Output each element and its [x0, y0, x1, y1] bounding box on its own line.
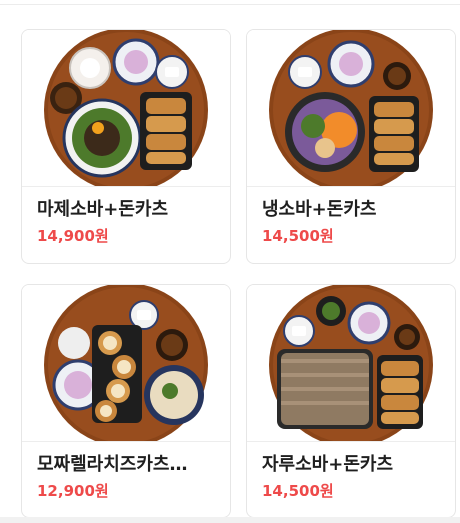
menu-item-price: 12,900원: [37, 482, 109, 500]
menu-item-card[interactable]: 냉소바+돈카츠 14,500원: [246, 29, 456, 264]
cold-soba-donkatsu-photo: [247, 30, 455, 186]
menu-item-card[interactable]: 모짜렐라치즈카츠… 12,900원: [21, 284, 231, 518]
top-divider: [0, 4, 460, 5]
menu-item-price: 14,500원: [262, 227, 334, 245]
menu-item-price: 14,500원: [262, 482, 334, 500]
card-divider: [22, 186, 230, 187]
menu-item-name: 자루소바+돈카츠: [262, 454, 394, 475]
menu-item-name: 모짜렐라치즈카츠…: [37, 454, 188, 475]
menu-item-name: 마제소바+돈카츠: [37, 199, 169, 220]
card-divider: [247, 186, 455, 187]
menu-item-price: 14,900원: [37, 227, 109, 245]
menu-item-card[interactable]: 마제소바+돈카츠 14,900원: [21, 29, 231, 264]
card-divider: [247, 441, 455, 442]
bottom-divider: [0, 517, 460, 523]
menu-item-card[interactable]: 자루소바+돈카츠 14,500원: [246, 284, 456, 518]
card-divider: [22, 441, 230, 442]
menu-item-name: 냉소바+돈카츠: [262, 199, 377, 220]
mazesoba-donkatsu-photo: [22, 30, 230, 186]
mozzarella-cheese-katsu-photo: [22, 285, 230, 441]
zaru-soba-donkatsu-photo: [247, 285, 455, 441]
